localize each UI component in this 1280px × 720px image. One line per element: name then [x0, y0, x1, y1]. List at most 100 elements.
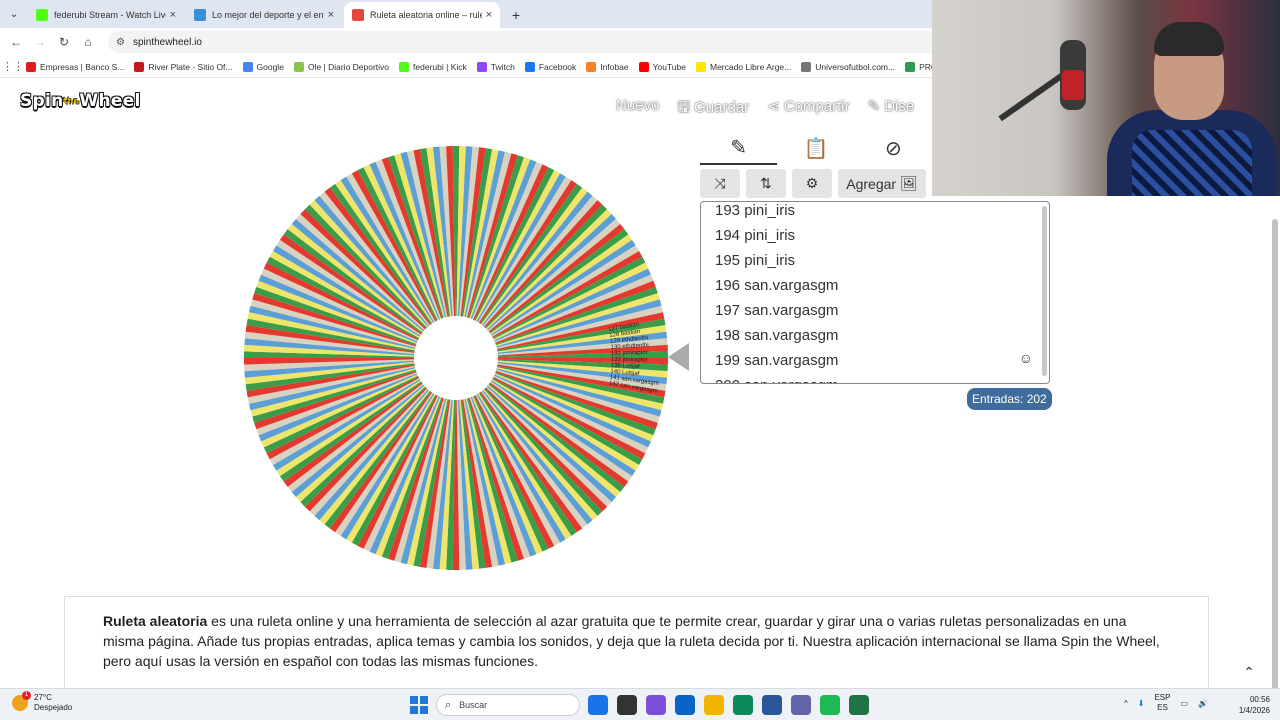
shuffle-icon[interactable]: ⤨ [700, 169, 740, 198]
taskbar-app-icon[interactable] [849, 695, 869, 715]
bookmark-item[interactable]: YouTube [638, 61, 686, 72]
bookmark-item[interactable]: Facebook [524, 61, 577, 72]
browser-tab[interactable]: Ruleta aleatoria online – ruleta × [344, 2, 500, 28]
bookmark-label: Universofutbol.com... [815, 61, 896, 72]
emoji-icon[interactable]: ☺ [1019, 350, 1033, 366]
bookmark-label: Facebook [538, 61, 577, 72]
spin-wheel[interactable]: 127 bastian 128 bastian 129 ethdtenthi 130 … [243, 145, 669, 571]
page-scrollbar[interactable] [1272, 219, 1278, 699]
bookmark-favicon-icon [242, 61, 253, 72]
entries-count-badge: Entradas: 202 [967, 388, 1052, 410]
apps-grid-icon[interactable]: ⋮⋮ [0, 60, 26, 73]
language-indicator[interactable]: ESP ES [1154, 693, 1170, 713]
tab-edit-pencil-icon[interactable]: ✎ [700, 131, 778, 165]
close-tab-icon[interactable]: × [328, 9, 334, 21]
new-tab-button[interactable]: + [502, 2, 530, 28]
entry-line: 193 pini_iris [715, 202, 796, 219]
browser-tab[interactable]: federubi Stream - Watch Live o × [28, 2, 184, 28]
taskbar-app-icon[interactable] [675, 695, 695, 715]
taskbar-app-icon[interactable] [617, 695, 637, 715]
tab-favicon-icon [36, 9, 48, 21]
taskbar-app-icon[interactable] [791, 695, 811, 715]
address-bar[interactable]: ⚙ spinthewheel.io [108, 31, 1008, 53]
taskbar-app-icon[interactable] [588, 695, 608, 715]
tab-title: Lo mejor del deporte y el entr [212, 10, 324, 20]
bookmark-item[interactable]: Infobae [586, 61, 629, 72]
tab-title: federubi Stream - Watch Live o [54, 10, 166, 20]
bookmark-item[interactable]: federubi | Kick [399, 61, 467, 72]
add-image-button[interactable]: Agregar 🖼 [838, 169, 926, 198]
wheel-svg[interactable]: 127 bastian128 bastian129 ethdtenthi130 … [243, 145, 669, 571]
bookmark-label: Empresas | Banco S... [40, 61, 125, 72]
browser-tab[interactable]: Lo mejor del deporte y el entr × [186, 2, 342, 28]
entries-scrollbar[interactable] [1042, 206, 1047, 376]
entries-panel-tabs: ✎ 📋 ⊘ [700, 131, 932, 165]
image-icon: 🖼 [899, 175, 918, 191]
save-button[interactable]: 🖫 Guardar [677, 97, 749, 122]
description-title: Ruleta aleatoria [103, 613, 208, 629]
bookmark-item[interactable]: Ole | Diario Deportivo [293, 61, 389, 72]
scroll-to-top-chevron-icon[interactable]: ⌃ [1238, 664, 1260, 686]
bookmark-favicon-icon [905, 61, 916, 72]
taskbar-app-icon[interactable] [762, 695, 782, 715]
bookmark-favicon-icon [26, 61, 36, 72]
url-text: spinthewheel.io [132, 36, 202, 48]
entries-textarea[interactable]: 193 pini_iris 194 pini_iris 195 pini_iris 1… [700, 201, 1050, 384]
bookmark-favicon-icon [586, 61, 597, 72]
wheel-segment-label: 131 joniraptor [611, 350, 648, 357]
entries-toolbar: ⤨ ⇅ ⚙ Agregar 🖼 [700, 169, 926, 199]
bookmark-item[interactable]: Google [242, 61, 284, 72]
volume-icon[interactable]: 🔊 [1198, 699, 1208, 708]
weather-status: Despejado [34, 703, 73, 712]
close-tab-icon[interactable]: × [486, 9, 492, 21]
taskbar-app-icon[interactable] [820, 695, 840, 715]
description-text: es una ruleta online y una herramienta d… [103, 613, 1160, 669]
site-logo[interactable]: SpintheWheel [20, 91, 141, 111]
bookmark-favicon-icon [399, 61, 410, 72]
wheel-center-hub[interactable] [414, 316, 498, 400]
bookmark-item[interactable]: Empresas | Banco S... [26, 61, 125, 72]
tab-search-chevron-icon[interactable]: ⌄ [0, 0, 28, 28]
back-arrow-icon[interactable]: ← [4, 35, 28, 49]
share-button[interactable]: ⋖ Compartir [767, 97, 849, 122]
webcam-overlay [932, 0, 1280, 196]
bookmark-favicon-icon [134, 61, 145, 72]
sort-icon[interactable]: ⇅ [746, 169, 786, 198]
taskbar-app-icon[interactable] [733, 695, 753, 715]
entry-line: 196 san.vargasgm [715, 277, 839, 294]
weather-widget[interactable]: 1 27°C Despejado [12, 691, 73, 713]
bookmark-label: YouTube [652, 61, 686, 72]
bookmark-item[interactable]: Twitch [476, 61, 515, 72]
close-tab-icon[interactable]: × [170, 9, 176, 21]
entry-line: 198 san.vargasgm [715, 327, 839, 344]
network-icon[interactable]: ⬇ [1138, 699, 1145, 708]
taskbar-search[interactable]: ⌕ Buscar [436, 694, 580, 716]
site-info-icon[interactable]: ⚙ [116, 37, 125, 48]
taskbar-app-icon[interactable] [646, 695, 666, 715]
microphone-band [1062, 70, 1084, 100]
bookmark-item[interactable]: Universofutbol.com... [801, 61, 896, 72]
bookmark-item[interactable]: Mercado Libre Arge... [695, 61, 791, 72]
bookmark-label: River Plate - Sitio Of... [148, 61, 233, 72]
tab-results-clipboard-icon[interactable]: 📋 [777, 131, 854, 165]
forward-arrow-icon[interactable]: → [28, 35, 52, 49]
reload-icon[interactable]: ↻ [52, 35, 76, 49]
shirt-pattern [1132, 130, 1252, 196]
tab-favicon-icon [194, 9, 206, 21]
bookmark-item[interactable]: River Plate - Sitio Of... [134, 61, 233, 72]
settings-gear-icon[interactable]: ⚙ [792, 169, 832, 198]
entries-list: 193 pini_iris 194 pini_iris 195 pini_iris 1… [715, 202, 839, 383]
start-windows-icon[interactable] [410, 696, 428, 714]
streamer-hair [1154, 22, 1224, 56]
tab-hide-eye-slash-icon[interactable]: ⊘ [855, 131, 932, 165]
taskbar-app-icon[interactable] [704, 695, 724, 715]
design-button[interactable]: ✎ Dise [868, 97, 915, 122]
bookmark-label: federubi | Kick [413, 61, 467, 72]
bookmark-favicon-icon [638, 61, 649, 72]
home-icon[interactable]: ⌂ [76, 35, 100, 49]
wheel-pointer [668, 343, 689, 371]
new-wheel-button[interactable]: Nuevo [616, 97, 659, 122]
clock[interactable]: 00:56 1/4/2026 [1224, 694, 1270, 716]
display-icon[interactable]: ▭ [1180, 699, 1188, 708]
tray-chevron-up-icon[interactable]: ^ [1124, 699, 1128, 708]
